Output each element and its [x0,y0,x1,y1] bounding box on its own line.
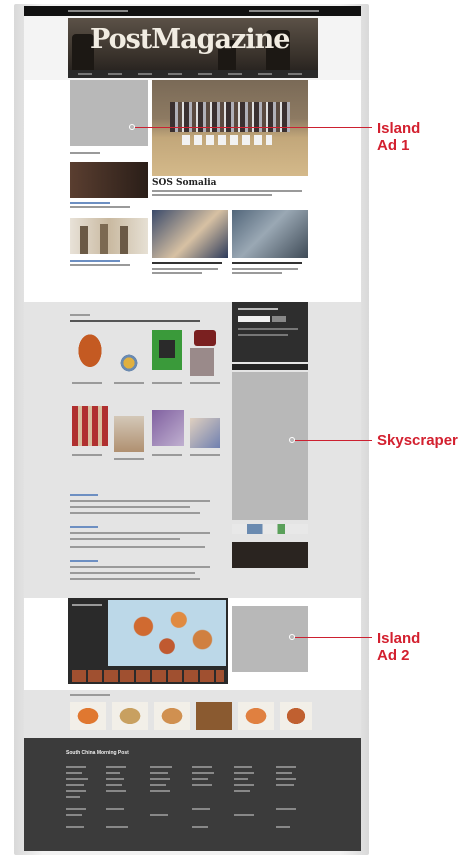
callout-dot-island-ad-2 [289,634,295,640]
product-image-4[interactable] [190,348,214,376]
product-image-6[interactable] [114,416,144,452]
side-story-image-2[interactable] [70,218,148,254]
product-image-5[interactable] [72,406,108,446]
recipe-image-4[interactable] [196,702,232,730]
product-image-3[interactable] [152,330,182,370]
callout-line-skyscraper [294,440,372,441]
lead-story-image[interactable] [152,80,308,176]
recipe-image-2[interactable] [112,702,148,730]
website-mockup: PostMagazine SOS Somalia South China Mor… [24,6,361,851]
callout-dot-island-ad-1 [129,124,135,130]
product-image-8[interactable] [190,418,220,448]
island-ad-2-placeholder[interactable] [232,606,308,672]
feature-image-2[interactable] [232,210,308,258]
product-image-2[interactable] [116,350,142,376]
callout-dot-skyscraper [289,437,295,443]
masthead-banner[interactable]: PostMagazine [68,18,318,70]
callout-line-island-ad-1 [134,127,372,128]
label-skyscraper: Skyscraper [377,432,458,449]
screenshot-frame: PostMagazine SOS Somalia South China Mor… [0,0,470,859]
side-story-image-1[interactable] [70,162,148,198]
promo-banner[interactable] [232,542,308,568]
skyscraper-ad-placeholder[interactable] [232,372,308,520]
newsletter-box[interactable] [232,302,308,362]
feature-image-1[interactable] [152,210,228,258]
footer-title: South China Morning Post [66,750,129,756]
photo-gallery[interactable] [68,598,228,684]
label-island-ad-2: Island Ad 2 [377,630,421,664]
label-island-ad-1: Island Ad 1 [377,120,421,154]
top-utility-bar [24,6,361,16]
masthead-title: PostMagazine [90,24,290,55]
lead-headline[interactable]: SOS Somalia [152,178,217,188]
product-image-coat[interactable] [72,330,108,376]
callout-line-island-ad-2 [294,637,372,638]
nav-bar[interactable] [68,70,318,78]
recipe-image-5[interactable] [238,702,274,730]
recipe-image-6[interactable] [280,702,312,730]
recipe-image-3[interactable] [154,702,190,730]
product-image-7[interactable] [152,410,184,446]
island-ad-1-placeholder[interactable] [70,80,148,146]
recipe-image-1[interactable] [70,702,106,730]
site-footer: South China Morning Post [24,738,361,851]
